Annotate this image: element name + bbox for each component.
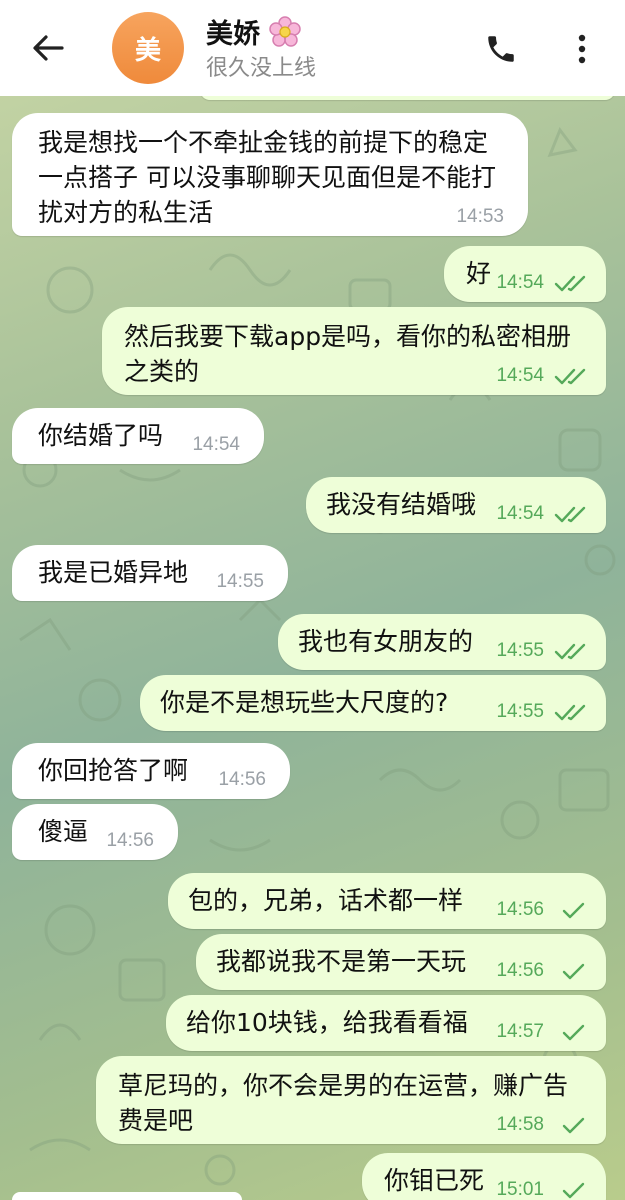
message-time: 14:56 <box>106 830 154 851</box>
message-bubble-outgoing[interactable]: 给你10块钱，给我看看福 14:57 <box>166 995 606 1051</box>
message-time: 14:56 <box>496 899 544 920</box>
more-vertical-icon <box>578 34 586 64</box>
message-time: 14:58 <box>496 1114 544 1135</box>
message-text: 我是想找一个不牵扯金钱的前提下的稳定一点搭子 可以没事聊聊天见面但是不能打扰对方… <box>38 128 496 227</box>
double-check-icon <box>554 506 586 523</box>
message-bubble-outgoing[interactable]: 我没有结婚哦 14:54 <box>306 477 606 533</box>
message-time: 14:55 <box>496 701 544 722</box>
double-check-icon <box>554 704 586 721</box>
message-text: 我都说我不是第一天玩 <box>216 947 467 976</box>
avatar-letter: 美 <box>134 35 161 66</box>
single-check-icon <box>562 1182 585 1199</box>
message-time: 14:56 <box>496 960 544 981</box>
message-bubble-outgoing[interactable]: 我都说我不是第一天玩 14:56 <box>196 934 606 990</box>
message-time: 14:55 <box>496 640 544 661</box>
message-bubble-incoming[interactable]: 我是想找一个不牵扯金钱的前提下的稳定一点搭子 可以没事聊聊天见面但是不能打扰对方… <box>12 113 528 236</box>
message-time: 14:54 <box>496 272 544 293</box>
avatar[interactable]: 美 <box>112 12 184 84</box>
back-button[interactable] <box>22 24 74 72</box>
message-time: 14:56 <box>218 769 266 790</box>
contact-status: 很久没上线 <box>206 56 317 81</box>
message-bubble-outgoing[interactable]: 草尼玛的，你不会是男的在运营，赚广告费是吧 14:58 <box>96 1056 606 1144</box>
message-bubble-outgoing[interactable]: 然后我要下载app是吗，看你的私密相册之类的 14:54 <box>102 307 606 395</box>
arrow-left-icon <box>33 35 64 61</box>
message-time: 14:55 <box>216 571 264 592</box>
single-check-icon <box>562 902 585 919</box>
double-check-icon <box>554 368 586 385</box>
call-button[interactable] <box>478 26 524 72</box>
flower-emoji-icon <box>269 15 301 47</box>
double-check-icon <box>554 275 586 292</box>
single-check-icon <box>562 963 585 980</box>
message-bubble-outgoing[interactable]: 你是不是想玩些大尺度的? 14:55 <box>140 675 606 731</box>
message-bubble-outgoing[interactable]: 我也有女朋友的 14:55 <box>278 614 606 670</box>
phone-icon <box>488 36 514 62</box>
message-bubble-incoming[interactable]: 我是已婚异地 14:55 <box>12 545 288 601</box>
more-options-button[interactable] <box>562 26 602 72</box>
message-bubble-incoming[interactable]: 傻逼 14:56 <box>12 804 178 860</box>
message-bubble-incoming[interactable]: 你回抢答了啊 14:56 <box>12 743 290 799</box>
double-check-icon <box>554 643 586 660</box>
message-bubble-incoming[interactable]: 你结婚了吗 14:54 <box>12 408 264 464</box>
message-time: 14:57 <box>496 1021 544 1042</box>
contact-name-text: 美娇 <box>206 19 260 50</box>
message-time: 14:54 <box>496 365 544 386</box>
message-time: 14:53 <box>456 206 504 227</box>
chat-header: 美 美娇 很久没上线 <box>0 0 625 96</box>
message-time: 14:54 <box>496 503 544 524</box>
message-bubble-outgoing[interactable]: 你钼已死 15:01 <box>362 1153 606 1200</box>
message-time: 14:54 <box>192 434 240 455</box>
contact-name[interactable]: 美娇 <box>206 12 302 51</box>
message-bubble-outgoing[interactable]: 好 14:54 <box>444 246 606 302</box>
single-check-icon <box>562 1117 585 1134</box>
message-bubble-outgoing[interactable]: 包的，兄弟，话术都一样 14:56 <box>168 873 606 929</box>
message-bubble-partial <box>12 1192 242 1200</box>
message-time: 15:01 <box>496 1179 544 1200</box>
single-check-icon <box>562 1024 585 1041</box>
